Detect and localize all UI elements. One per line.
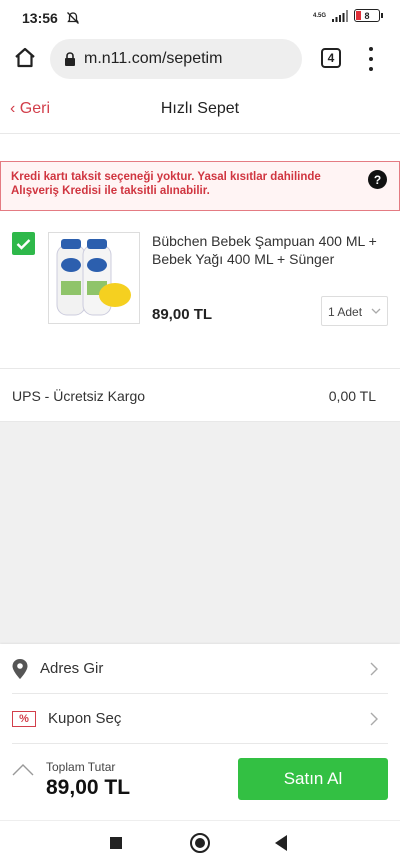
address-label: Adres Gir [40,660,104,677]
recents-icon[interactable] [110,837,122,849]
total-label: Toplam Tutar [46,760,116,774]
tab-switcher-button[interactable]: 4 [321,48,341,68]
chevron-up-icon[interactable] [12,764,34,776]
coupon-row[interactable]: % Kupon Seç [0,694,400,743]
shipping-label: UPS - Ücretsiz Kargo [12,388,146,404]
product-name[interactable]: Bübchen Bebek Şampuan 400 ML + Bebek Yağ… [152,232,384,268]
total-value: 89,00 TL [46,776,131,799]
mute-bell-icon [66,12,79,24]
checkout-panel: Adres Gir % Kupon Seç Toplam Tutar 89,00… [0,644,400,820]
help-icon[interactable]: ? [368,170,387,189]
browser-toolbar: m.n11.com/sepetim 4 [0,36,400,82]
address-bar[interactable]: m.n11.com/sepetim [50,39,302,79]
product-checkbox[interactable] [12,232,35,255]
chevron-down-icon [371,308,381,314]
shipping-row: UPS - Ücretsiz Kargo 0,00 TL [0,368,400,422]
empty-area [0,422,400,644]
warning-text: Kredi kartı taksit seçeneği yoktur. Yasa… [11,171,321,197]
home-icon[interactable] [13,46,37,70]
buy-button[interactable]: Satın Al [238,758,388,800]
coupon-percent-icon: % [12,710,36,727]
signal-icon [332,9,348,22]
quantity-select[interactable]: 1 Adet [321,296,388,326]
status-time: 13:56 [22,10,58,26]
checkmark-icon [16,238,31,250]
lock-icon [65,51,75,66]
home-nav-icon[interactable] [190,833,210,853]
shipping-cost: 0,00 TL [328,388,376,404]
page-title: Hızlı Sepet [160,100,240,117]
chevron-right-icon [370,712,378,726]
battery-icon: 8 [354,9,383,22]
product-bottles-image [56,239,131,316]
coupon-label: Kupon Seç [48,710,122,727]
product-price: 89,00 TL [152,306,213,323]
chevron-right-icon [370,662,378,676]
location-pin-icon [12,658,28,679]
system-nav-bar [0,820,400,866]
network-indicator: 4.5G [312,12,326,19]
browser-menu-button[interactable] [366,47,376,71]
address-row[interactable]: Adres Gir [0,644,400,693]
divider [12,743,388,744]
product-image[interactable] [48,232,140,324]
status-bar: 13:56 4.5G 8 [0,0,400,36]
page-header: ‹ Geri Hızlı Sepet [0,86,400,134]
back-nav-icon[interactable] [275,835,287,851]
total-area: Toplam Tutar 89,00 TL Satın Al [0,756,400,818]
url-text: m.n11.com/sepetim [84,50,223,67]
installment-warning: Kredi kartı taksit seçeneği yoktur. Yasa… [0,161,400,211]
